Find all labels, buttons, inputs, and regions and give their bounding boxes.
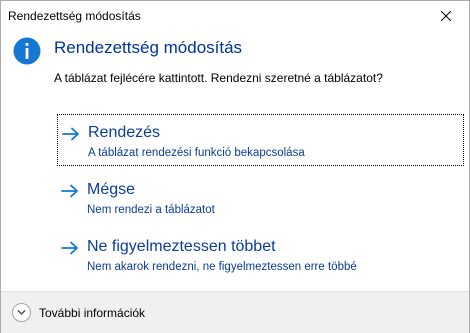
command-link-sort[interactable]: Rendezés A táblázat rendezési funkció be… (57, 114, 464, 166)
command-link-dont-warn[interactable]: Ne figyelmeztessen többet Nem akarok ren… (57, 233, 464, 283)
chevron-down-icon (17, 310, 26, 315)
expand-details-button[interactable] (12, 303, 31, 322)
close-button[interactable] (423, 1, 469, 31)
dialog-window: Rendezettség módosítás Rendezettség módo… (0, 0, 470, 333)
title-bar: Rendezettség módosítás (1, 1, 469, 31)
command-link-cancel[interactable]: Mégse Nem rendezi a táblázatot (57, 176, 464, 226)
command-link-label: Mégse (87, 181, 136, 198)
command-link-note: Nem rendezi a táblázatot (87, 204, 215, 216)
arrow-right-icon (62, 127, 79, 141)
close-icon (441, 11, 451, 21)
content-text: A táblázat fejlécére kattintott. Rendezn… (54, 71, 383, 85)
arrow-right-icon (61, 184, 78, 198)
dialog-footer: További információk (1, 291, 469, 333)
command-link-note: Nem akarok rendezni, ne figyelmeztessen … (87, 261, 357, 273)
command-link-label: Ne figyelmeztessen többet (87, 238, 276, 255)
command-link-label: Rendezés (88, 124, 161, 141)
window-title: Rendezettség módosítás (8, 9, 141, 23)
arrow-right-icon (61, 241, 78, 255)
info-icon (13, 37, 41, 65)
main-instruction: Rendezettség módosítás (54, 38, 243, 57)
details-label[interactable]: További információk (39, 306, 145, 320)
command-link-note: A táblázat rendezési funkció bekapcsolás… (88, 147, 305, 159)
